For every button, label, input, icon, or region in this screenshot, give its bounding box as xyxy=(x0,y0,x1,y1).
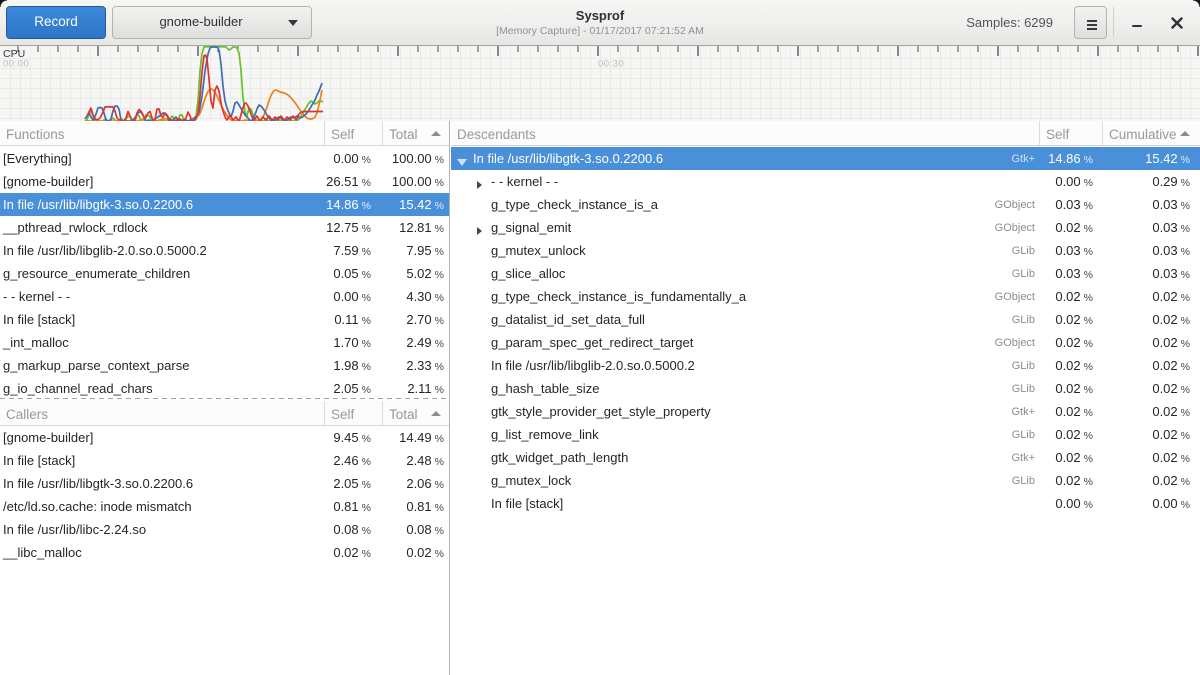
svg-text:00:00: 00:00 xyxy=(3,59,29,70)
svg-text:00:30: 00:30 xyxy=(598,59,624,70)
